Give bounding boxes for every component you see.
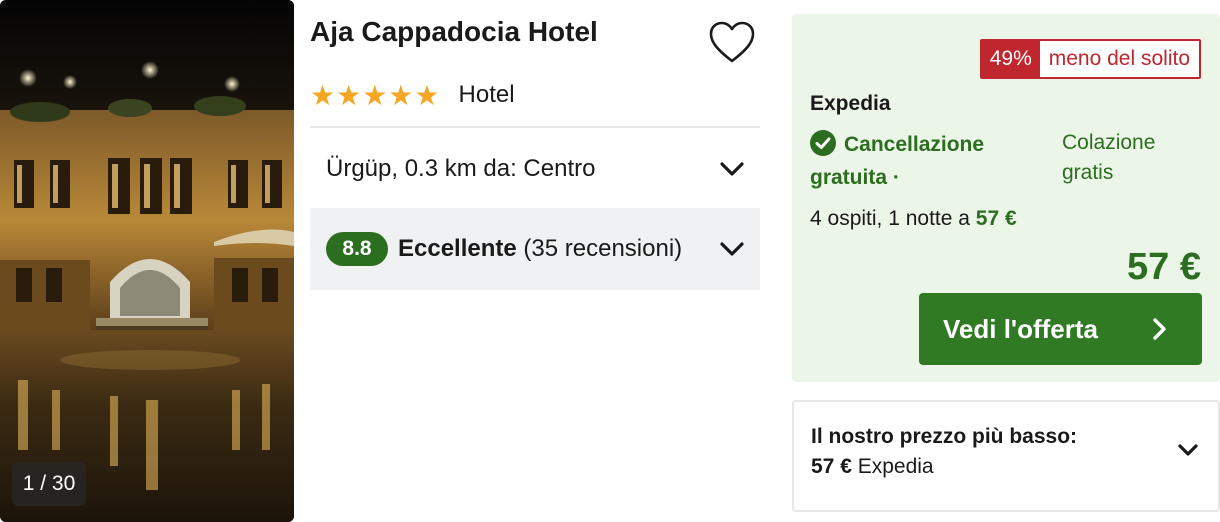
chevron-down-icon bbox=[718, 155, 746, 183]
hotel-type: Hotel bbox=[458, 81, 515, 108]
hotel-classification: ★★★★★ Hotel bbox=[310, 78, 515, 112]
chevron-down-icon bbox=[718, 235, 746, 263]
discount-badge: 49% meno del solito bbox=[979, 39, 1201, 79]
divider bbox=[310, 126, 760, 128]
location-row[interactable]: Ürgüp, 0.3 km da: Centro bbox=[310, 132, 760, 206]
lowest-price-title: Il nostro prezzo più basso: bbox=[811, 425, 1078, 448]
chevron-right-icon bbox=[1152, 317, 1168, 348]
hotel-photo-image bbox=[0, 0, 294, 522]
chevron-down-icon bbox=[1174, 436, 1202, 464]
lowest-price-provider: Expedia bbox=[857, 455, 934, 478]
stay-price: 57 € bbox=[975, 207, 1017, 230]
rating-label: Eccellente bbox=[398, 235, 517, 262]
star-rating-icon: ★★★★★ bbox=[310, 79, 441, 111]
view-deal-label: Vedi l'offerta bbox=[943, 313, 1098, 344]
heart-icon bbox=[709, 21, 755, 63]
lowest-price-value: 57 € bbox=[811, 455, 852, 478]
rating-score-badge: 8.8 bbox=[326, 232, 388, 266]
lowest-price-details: 57 € Expedia bbox=[811, 455, 934, 479]
provider-name: Expedia bbox=[810, 92, 891, 115]
discount-label: meno del solito bbox=[1039, 41, 1199, 77]
hotel-photo[interactable]: 1 / 30 bbox=[0, 0, 294, 522]
photo-counter: 1 / 30 bbox=[12, 462, 86, 506]
view-deal-button[interactable]: Vedi l'offerta bbox=[919, 293, 1202, 365]
check-circle-icon bbox=[810, 130, 836, 156]
hotel-name[interactable]: Aja Cappadocia Hotel bbox=[310, 16, 598, 48]
location-text: Ürgüp, 0.3 km da: Centro bbox=[326, 155, 596, 182]
review-count: (35 recensioni) bbox=[523, 235, 683, 262]
rating-row[interactable]: 8.8 Eccellente (35 recensioni) bbox=[310, 208, 760, 290]
stay-details-text: 4 ospiti, 1 notte a bbox=[810, 207, 970, 230]
favorite-button[interactable] bbox=[706, 18, 758, 66]
lowest-price-card[interactable]: Il nostro prezzo più basso: 57 € Expedia bbox=[792, 400, 1220, 512]
discount-percent: 49% bbox=[981, 41, 1040, 77]
offer-price: 57 € bbox=[1127, 246, 1201, 288]
free-cancellation: Cancellazione gratuita · bbox=[810, 128, 1040, 194]
breakfast-included: Colazione gratis bbox=[1062, 131, 1156, 184]
cancellation-text: Cancellazione gratuita · bbox=[810, 133, 985, 189]
rating-summary: Eccellente (35 recensioni) bbox=[398, 235, 706, 263]
stay-details: 4 ospiti, 1 notte a 57 € bbox=[810, 207, 1017, 231]
deal-card: 49% meno del solito Expedia Cancellazion… bbox=[792, 14, 1220, 382]
